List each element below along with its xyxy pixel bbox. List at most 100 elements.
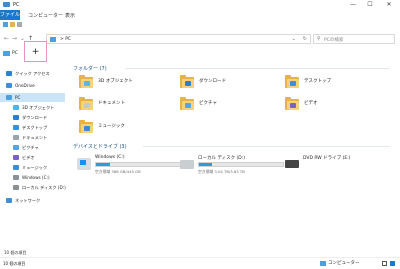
sidebar-item[interactable]: 3D オブジェクト	[0, 103, 65, 112]
folder-label: ドキュメント	[98, 101, 125, 106]
folder-item[interactable]: ビデオ	[285, 97, 355, 117]
folder-label: デスクトップ	[304, 79, 331, 84]
folder-icon	[180, 75, 194, 88]
folder-label: ビデオ	[304, 101, 318, 106]
close-button[interactable]: ✕	[382, 0, 396, 10]
main-content: フォルダー (7) 3D オブジェクト ダウンロード デスクトップドキュメント ピクチ…	[65, 62, 400, 257]
drive-item[interactable]: ローカル ディスク (D:) 空き領域 3.04 TB/3.63 TB	[180, 155, 285, 177]
folders-section-title[interactable]: フォルダー (7)	[73, 65, 107, 72]
sidebar-item[interactable]: ドキュメント	[0, 133, 65, 142]
sidebar-item[interactable]: OneDrive	[0, 81, 65, 90]
ribbon-tab-view[interactable]: 表示	[65, 12, 75, 19]
title-bar: PC — ☐ ✕	[0, 0, 400, 10]
download-icon	[185, 81, 191, 86]
minimize-button[interactable]: —	[346, 0, 360, 10]
drive-usage-fill	[199, 163, 213, 166]
sidebar-item[interactable]: ネットワーク	[0, 196, 65, 205]
picture-icon	[185, 103, 191, 108]
drives-section-title[interactable]: デバイスとドライブ (3)	[73, 143, 127, 150]
desktop-icon	[13, 125, 19, 130]
folder-label: ピクチャ	[199, 101, 217, 106]
sidebar-item[interactable]: ピクチャ	[0, 143, 65, 152]
network-icon	[6, 198, 12, 203]
window-title: PC	[13, 2, 20, 8]
music-icon	[84, 126, 90, 131]
windows-drive-icon	[77, 158, 91, 170]
search-icon: ⚲	[317, 36, 321, 42]
document-icon	[84, 103, 90, 108]
folder-item[interactable]: 3D オブジェクト	[79, 75, 149, 95]
sidebar-item[interactable]: クイック アクセス	[0, 69, 65, 78]
properties-icon[interactable]	[3, 22, 8, 27]
new-folder-icon[interactable]	[10, 22, 15, 27]
sidebar-item[interactable]: ローカル ディスク (D:)	[0, 183, 66, 192]
tab-label: PC	[12, 51, 18, 56]
maximize-button[interactable]: ☐	[363, 0, 377, 10]
drive-name: ローカル ディスク (D:)	[198, 156, 246, 161]
folder-item[interactable]: デスクトップ	[285, 75, 355, 95]
sidebar-item-label: クイック アクセス	[15, 71, 50, 76]
sidebar-item-label: Windows (C:)	[22, 175, 50, 180]
customize-icon[interactable]	[17, 22, 22, 27]
pc-icon	[50, 37, 56, 42]
breadcrumb[interactable]: > PC	[60, 37, 71, 42]
folder-item[interactable]: ドキュメント	[79, 97, 149, 117]
drive-usage-bar	[198, 162, 284, 167]
drive-item[interactable]: DVD RW ドライブ (E:)	[285, 155, 390, 177]
pc-icon	[320, 261, 326, 266]
pc-icon	[3, 51, 10, 56]
folder-icon	[285, 97, 299, 110]
search-placeholder: PCの検索	[324, 38, 344, 43]
folder-label: ダウンロード	[199, 79, 226, 84]
sidebar-item-label: PC	[15, 95, 21, 100]
folder-label: ミュージック	[98, 124, 125, 129]
address-dropdown-icon[interactable]: ⌄	[292, 36, 296, 42]
ribbon-tab-file[interactable]: ファイル	[0, 10, 20, 20]
new-tab-button[interactable]: +	[24, 41, 47, 62]
sidebar-item[interactable]: ダウンロード	[0, 113, 65, 122]
folder-item[interactable]: ダウンロード	[180, 75, 250, 95]
back-button[interactable]: ←	[4, 35, 9, 42]
sidebar-item-count: 10 個の項目	[4, 250, 27, 255]
tab-pc[interactable]: PC	[3, 48, 23, 59]
sidebar-item-label: デスクトップ	[22, 125, 48, 130]
sidebar-item[interactable]: デスクトップ	[0, 123, 65, 132]
quick-access-toolbar	[0, 20, 400, 29]
music-icon	[13, 165, 19, 170]
drive-usage-bar	[95, 162, 181, 167]
sidebar-item[interactable]: PC	[0, 93, 65, 102]
folder-item[interactable]: ミュージック	[79, 120, 149, 140]
folder-icon	[79, 75, 93, 88]
refresh-icon[interactable]: ↻	[303, 36, 307, 42]
drive-icon	[13, 175, 19, 180]
folder-icon	[79, 97, 93, 110]
status-bar: 10 個の項目 コンピューター	[0, 257, 400, 269]
sidebar-item[interactable]: ビデオ	[0, 153, 65, 162]
drive-name: DVD RW ドライブ (E:)	[303, 156, 351, 161]
cube-icon	[84, 81, 90, 86]
desktop-icon	[290, 81, 296, 86]
sidebar-item[interactable]: Windows (C:)	[0, 173, 65, 182]
large-icons-view-icon[interactable]	[390, 261, 395, 266]
cube-icon	[13, 105, 19, 110]
drive-name: Windows (C:)	[95, 155, 125, 160]
ribbon-tab-computer[interactable]: コンピューター	[28, 12, 63, 19]
sidebar-item-label: ビデオ	[22, 155, 35, 160]
sidebar-item-label: ミュージック	[22, 165, 48, 170]
forward-button[interactable]: →	[12, 35, 17, 42]
sidebar-item[interactable]: ミュージック	[0, 163, 65, 172]
section-divider	[143, 146, 390, 147]
drive-usage-fill	[96, 163, 111, 166]
folder-item[interactable]: ピクチャ	[180, 97, 250, 117]
video-icon	[290, 103, 296, 108]
drive-item[interactable]: Windows (C:) 空き領域 368 GB/445 GB	[77, 155, 182, 177]
search-input[interactable]: ⚲ PCの検索	[313, 34, 395, 44]
drive-icon	[180, 160, 194, 169]
details-view-icon[interactable]	[382, 261, 387, 266]
picture-icon	[13, 145, 19, 150]
sidebar-item-label: ダウンロード	[22, 115, 48, 120]
sidebar-item-label: ドキュメント	[22, 135, 48, 140]
item-count: 10 個の項目	[3, 261, 26, 266]
pc-icon	[6, 95, 12, 100]
address-bar[interactable]: > PC ⌄ ↻	[46, 34, 311, 44]
